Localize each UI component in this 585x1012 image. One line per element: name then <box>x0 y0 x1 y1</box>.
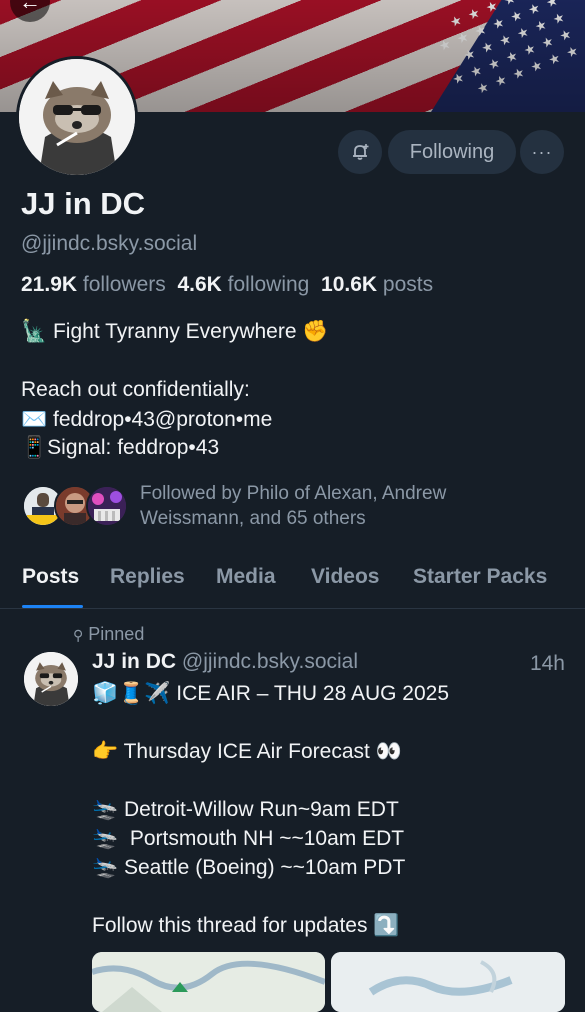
bio-line: 🗽 Fight Tyranny Everywhere ✊ <box>21 320 329 343</box>
pinned-indicator: ⚲ Pinned <box>73 624 145 644</box>
post-author-avatar[interactable] <box>24 652 78 706</box>
post-header: JJ in DC @jjindc.bsky.social <box>92 650 358 674</box>
more-horizontal-icon: ··· <box>531 141 553 162</box>
bio-line: Reach out confidentially: <box>21 378 250 401</box>
posts-stat: 10.6K posts <box>321 273 434 296</box>
pin-icon: ⚲ <box>73 627 84 643</box>
post-timestamp[interactable]: 14h <box>530 652 565 676</box>
post-author-handle[interactable]: @jjindc.bsky.social <box>182 650 358 673</box>
post-image-map[interactable] <box>92 952 325 1012</box>
tab-videos[interactable]: Videos <box>311 565 379 589</box>
followed-by-text[interactable]: Followed by Philo of Alexan, Andrew Weis… <box>140 481 540 531</box>
profile-name: JJ in DC <box>21 186 146 221</box>
post-image-map[interactable] <box>331 952 565 1012</box>
tab-replies[interactable]: Replies <box>110 565 185 589</box>
post-text-line: 🧊🧵✈️ ICE AIR – THU 28 AUG 2025 <box>92 682 450 705</box>
raccoon-avatar-image <box>24 652 78 706</box>
map-image <box>331 952 565 1012</box>
bell-plus-icon <box>353 144 369 160</box>
map-image <box>92 952 325 1012</box>
following-stat[interactable]: 4.6K following <box>177 273 309 296</box>
post-text-line: 👉 Thursday ICE Air Forecast 👀 <box>92 740 402 763</box>
post-text-line: Follow this thread for updates ⤵️ <box>92 914 400 937</box>
followed-by-avatars[interactable] <box>22 485 128 527</box>
post-text-line: 🛬 Detroit-Willow Run~9am EDT <box>92 798 399 821</box>
raccoon-avatar-image <box>19 59 135 175</box>
post-author-name[interactable]: JJ in DC <box>92 650 176 673</box>
notification-bell-button[interactable] <box>338 130 382 174</box>
arrow-left-icon: ← <box>19 0 41 14</box>
bio-line: ✉️ feddrop•43@proton•me <box>21 408 273 431</box>
following-button[interactable]: Following <box>388 130 516 174</box>
follower-avatar <box>86 485 128 527</box>
tab-media[interactable]: Media <box>216 565 276 589</box>
profile-avatar[interactable] <box>16 56 138 178</box>
followers-stat[interactable]: 21.9K followers <box>21 273 166 296</box>
post-text-line: 🛬 Seattle (Boeing) ~~10am PDT <box>92 856 406 879</box>
tab-starter-packs[interactable]: Starter Packs <box>413 565 547 589</box>
profile-handle: @jjindc.bsky.social <box>21 232 198 255</box>
profile-stats: 21.9K followers 4.6K following 10.6K pos… <box>21 273 433 297</box>
bio-line: 📱Signal: feddrop•43 <box>21 436 220 459</box>
active-tab-indicator <box>22 605 83 608</box>
more-options-button[interactable]: ··· <box>520 130 564 174</box>
tab-posts[interactable]: Posts <box>22 565 79 589</box>
profile-tabs: Posts Replies Media Videos Starter Packs <box>0 560 585 609</box>
post-text-line: 🛬 Portsmouth NH ~~10am EDT <box>92 827 405 850</box>
